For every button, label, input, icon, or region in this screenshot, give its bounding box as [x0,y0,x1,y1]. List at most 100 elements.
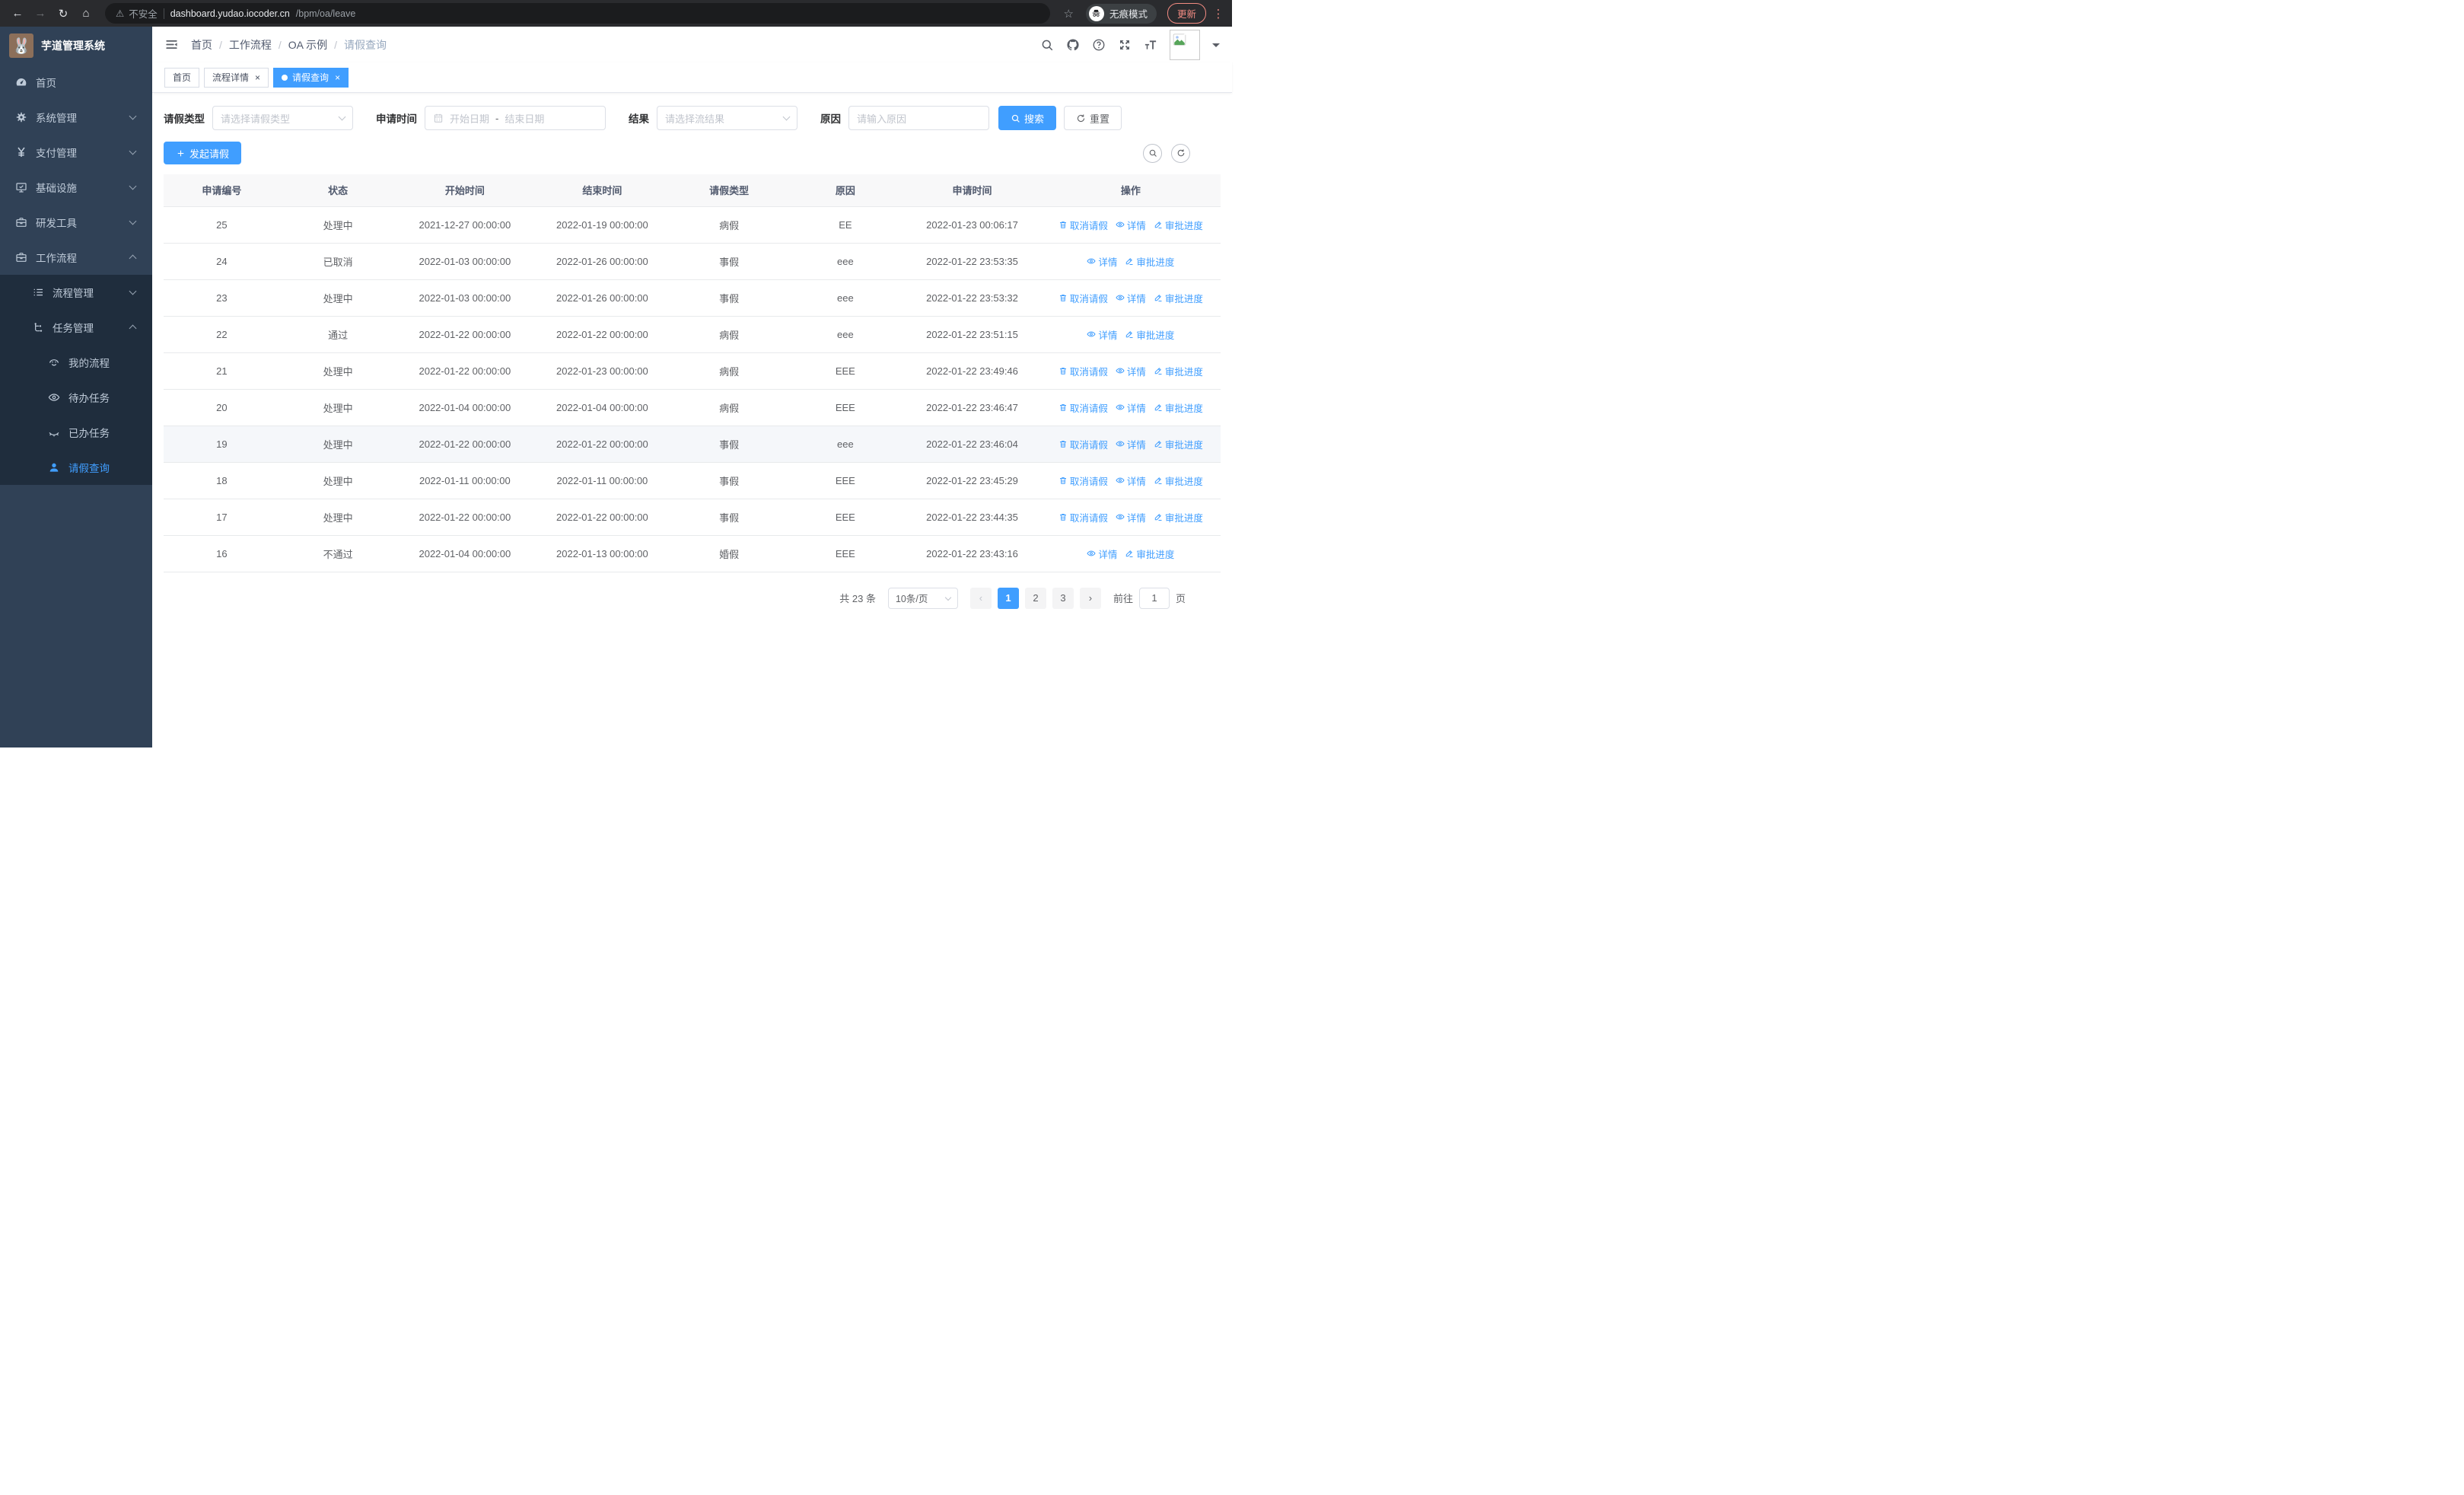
detail-link[interactable]: 详情 [1116,473,1146,488]
face-icon [48,356,60,368]
goto-label: 前往 [1113,593,1133,604]
eye-sm-icon [1116,476,1125,485]
sidebar-fold-icon[interactable] [164,37,179,52]
col-申请时间: 申请时间 [903,174,1041,207]
breadcrumb-item[interactable]: 工作流程 [229,37,272,53]
edit-icon [1125,549,1134,558]
create-leave-button[interactable]: 发起请假 [164,142,242,164]
breadcrumb-item[interactable]: OA 示例 [288,37,327,53]
progress-link[interactable]: 审批进度 [1154,291,1203,305]
sidebar-item-process-mgmt[interactable]: 流程管理 [0,275,152,310]
avatar[interactable] [1170,29,1200,60]
progress-link[interactable]: 审批进度 [1154,510,1203,524]
page-size-select[interactable]: 10条/页 [887,587,958,609]
incognito-label: 无痕模式 [1109,9,1148,20]
sidebar-item-home[interactable]: 首页 [0,65,152,100]
cancel-link[interactable]: 取消请假 [1059,218,1108,232]
chevron-down-icon [129,112,137,120]
cancel-link[interactable]: 取消请假 [1059,510,1108,524]
reset-button[interactable]: 重置 [1064,106,1122,130]
app-logo-avatar: 🐰 [9,33,33,58]
detail-link[interactable]: 详情 [1116,510,1146,524]
sidebar-item-leave-query[interactable]: 请假查询 [0,450,152,485]
toggle-search-button[interactable] [1143,143,1162,163]
progress-link[interactable]: 审批进度 [1125,254,1174,269]
cancel-link[interactable]: 取消请假 [1059,364,1108,378]
close-icon[interactable]: × [255,72,260,83]
prev-page-button[interactable]: ‹ [969,587,992,609]
detail-link[interactable]: 详情 [1087,547,1117,561]
detail-link[interactable]: 详情 [1116,291,1146,305]
browser-home-button[interactable]: ⌂ [76,4,96,24]
edit-icon [1154,512,1163,521]
page-button-1[interactable]: 1 [997,587,1019,609]
cancel-link[interactable]: 取消请假 [1059,473,1108,488]
edit-icon [1154,439,1163,448]
cancel-link[interactable]: 取消请假 [1059,437,1108,451]
tag-请假查询[interactable]: 请假查询 × [273,67,349,88]
sidebar-item-my-process[interactable]: 我的流程 [0,345,152,380]
font-size-icon[interactable] [1144,38,1157,52]
apply-time-range-input[interactable]: 开始日期 - 结束日期 [425,106,606,130]
sidebar-item-payment[interactable]: 支付管理 [0,135,152,170]
progress-link[interactable]: 审批进度 [1154,473,1203,488]
result-select[interactable]: 请选择流结果 [657,106,797,130]
progress-link[interactable]: 审批进度 [1125,327,1174,342]
browser-update-button[interactable]: 更新 [1167,3,1206,24]
next-page-button[interactable]: › [1079,587,1101,609]
sidebar-item-devtools[interactable]: 研发工具 [0,205,152,240]
sidebar-item-workflow[interactable]: 工作流程 [0,240,152,275]
yen-icon [15,146,27,158]
progress-link[interactable]: 审批进度 [1154,218,1203,232]
edit-icon [1154,220,1163,229]
sidebar-item-system[interactable]: 系统管理 [0,100,152,135]
tag-首页[interactable]: 首页 [164,67,200,88]
detail-link[interactable]: 详情 [1087,327,1117,342]
progress-link[interactable]: 审批进度 [1154,364,1203,378]
total-count: 共 23 条 [839,593,876,604]
help-icon[interactable] [1092,38,1106,52]
browser-toolbar: ← → ↻ ⌂ ⚠ 不安全 dashboard.yudao.iocoder.cn… [0,0,1232,27]
browser-back-button[interactable]: ← [8,4,27,24]
reason-input[interactable]: 请输入原因 [848,106,989,130]
progress-link[interactable]: 审批进度 [1154,437,1203,451]
cancel-link[interactable]: 取消请假 [1059,400,1108,415]
detail-link[interactable]: 详情 [1116,218,1146,232]
search-button[interactable]: 搜索 [998,106,1057,130]
pagination: 共 23 条 10条/页 ‹ 123 › 前往 1 页 [164,587,1221,609]
breadcrumb-item[interactable]: 首页 [191,37,212,53]
table-row: 16 不通过 2022-01-04 00:00:00 2022-01-13 00:00… [164,535,1221,572]
cancel-link[interactable]: 取消请假 [1059,291,1108,305]
browser-forward-button[interactable]: → [30,4,50,24]
sidebar-item-task-mgmt[interactable]: 任务管理 [0,310,152,345]
search-icon[interactable] [1040,38,1054,52]
github-icon[interactable] [1066,38,1080,52]
progress-link[interactable]: 审批进度 [1125,547,1174,561]
fullscreen-icon[interactable] [1118,38,1132,52]
trash-icon [1059,366,1068,375]
detail-link[interactable]: 详情 [1087,254,1117,269]
progress-link[interactable]: 审批进度 [1154,400,1203,415]
leave-type-select[interactable]: 请选择请假类型 [212,106,353,130]
trash-icon [1059,512,1068,521]
detail-link[interactable]: 详情 [1116,400,1146,415]
page-button-2[interactable]: 2 [1024,587,1046,609]
tag-流程详情[interactable]: 流程详情 × [204,67,269,88]
detail-link[interactable]: 详情 [1116,364,1146,378]
caret-down-icon[interactable] [1212,43,1220,51]
browser-menu-icon[interactable]: ⋮ [1212,7,1224,21]
gauge-icon [15,76,27,88]
bookmark-star-icon[interactable]: ☆ [1064,7,1074,21]
goto-page-input[interactable]: 1 [1138,587,1170,609]
close-icon[interactable]: × [335,72,340,83]
edit-icon [1154,403,1163,412]
sidebar-item-todo-tasks[interactable]: 待办任务 [0,380,152,415]
page-button-3[interactable]: 3 [1052,587,1074,609]
detail-link[interactable]: 详情 [1116,437,1146,451]
sidebar-item-done-tasks[interactable]: 已办任务 [0,415,152,450]
active-dot [282,74,288,81]
address-bar[interactable]: ⚠ 不安全 dashboard.yudao.iocoder.cn/bpm/oa/… [105,3,1050,24]
browser-reload-button[interactable]: ↻ [53,4,73,24]
refresh-table-button[interactable] [1171,143,1190,163]
sidebar-item-infra[interactable]: 基础设施 [0,170,152,205]
